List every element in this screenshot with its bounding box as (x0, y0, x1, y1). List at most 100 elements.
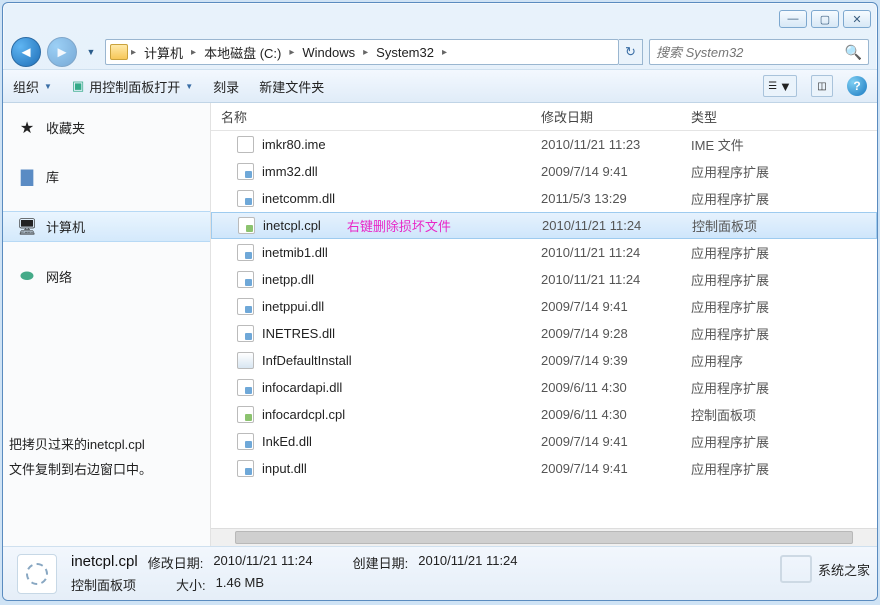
file-type: 应用程序扩展 (681, 378, 873, 397)
file-name: inetmib1.dll (262, 245, 328, 260)
sidebar-item-computer[interactable]: 🖥 计算机 (3, 211, 210, 242)
file-date: 2009/6/11 4:30 (531, 407, 681, 422)
file-list[interactable]: imkr80.ime2010/11/21 11:23IME 文件imm32.dl… (211, 131, 877, 528)
maximize-button[interactable]: ▢ (811, 10, 839, 28)
file-row[interactable]: input.dll2009/7/14 9:41应用程序扩展 (211, 455, 877, 482)
file-row[interactable]: imkr80.ime2010/11/21 11:23IME 文件 (211, 131, 877, 158)
back-button[interactable]: ◄ (11, 37, 41, 67)
help-button[interactable]: ? (847, 76, 867, 96)
titlebar[interactable]: — ▢ ✕ (3, 3, 877, 35)
file-date: 2009/7/14 9:28 (531, 326, 681, 341)
file-type: 控制面板项 (682, 216, 872, 235)
file-type: 应用程序扩展 (681, 297, 873, 316)
horizontal-scrollbar[interactable] (211, 528, 877, 546)
status-mdate: 2010/11/21 11:24 (213, 553, 312, 572)
status-size-label: 大小: (176, 575, 206, 594)
status-filename: inetcpl.cpl (71, 553, 138, 572)
file-type: 应用程序扩展 (681, 243, 873, 262)
close-button[interactable]: ✕ (843, 10, 871, 28)
file-row[interactable]: InfDefaultInstall2009/7/14 9:39应用程序 (211, 347, 877, 374)
column-headers: 名称 修改日期 类型 (211, 103, 877, 131)
chevron-icon: ▸ (191, 47, 196, 58)
file-name: input.dll (262, 461, 307, 476)
forward-button[interactable]: ► (47, 37, 77, 67)
open-cpl-label: 用控制面板打开 (89, 77, 180, 96)
file-date: 2010/11/21 11:24 (531, 272, 681, 287)
file-icon (237, 271, 254, 288)
sidebar-item-network[interactable]: ⬬网络 (3, 262, 210, 291)
search-box[interactable]: 🔍 (649, 39, 869, 65)
status-cdate: 2010/11/21 11:24 (418, 553, 517, 572)
file-type: 应用程序扩展 (681, 162, 873, 181)
col-type[interactable]: 类型 (681, 107, 859, 126)
annotation-text: 文件复制到右边窗口中。 (9, 458, 209, 483)
explorer-window: — ▢ ✕ ◄ ► ▼ ▸ 计算机 ▸ 本地磁盘 (C:) ▸ Windows … (2, 2, 878, 601)
file-icon (237, 406, 254, 423)
file-row[interactable]: inetppui.dll2009/7/14 9:41应用程序扩展 (211, 293, 877, 320)
sidebar-label: 收藏夹 (46, 118, 85, 137)
annotation-left: 把拷贝过来的inetcpl.cpl 文件复制到右边窗口中。 (9, 433, 209, 482)
search-input[interactable] (656, 45, 839, 60)
file-row[interactable]: InkEd.dll2009/7/14 9:41应用程序扩展 (211, 428, 877, 455)
address-bar[interactable]: ▸ 计算机 ▸ 本地磁盘 (C:) ▸ Windows ▸ System32 ▸ (105, 39, 619, 65)
file-name: inetppui.dll (262, 299, 324, 314)
crumb-computer[interactable]: 计算机 (139, 41, 188, 64)
file-pane: 名称 修改日期 类型 imkr80.ime2010/11/21 11:23IME… (211, 103, 877, 546)
network-icon: ⬬ (17, 268, 37, 286)
file-row[interactable]: inetcomm.dll2011/5/3 13:29应用程序扩展 (211, 185, 877, 212)
history-dropdown[interactable]: ▼ (83, 41, 99, 63)
col-name[interactable]: 名称 (211, 107, 531, 126)
file-row[interactable]: infocardcpl.cpl2009/6/11 4:30控制面板项 (211, 401, 877, 428)
crumb-windows[interactable]: Windows (297, 43, 360, 62)
file-icon (238, 217, 255, 234)
file-row[interactable]: inetcpl.cpl 右键删除损坏文件 2010/11/21 11:24控制面板项 (211, 212, 877, 239)
file-type: 应用程序扩展 (681, 459, 873, 478)
organize-menu[interactable]: 组织▼ (13, 77, 52, 96)
file-row[interactable]: inetmib1.dll2010/11/21 11:24应用程序扩展 (211, 239, 877, 266)
file-row[interactable]: infocardapi.dll2009/6/11 4:30应用程序扩展 (211, 374, 877, 401)
file-icon (237, 379, 254, 396)
address-row: ◄ ► ▼ ▸ 计算机 ▸ 本地磁盘 (C:) ▸ Windows ▸ Syst… (3, 35, 877, 69)
open-cpl-button[interactable]: ▣用控制面板打开▼ (72, 77, 193, 96)
file-icon (237, 163, 254, 180)
organize-label: 组织 (13, 77, 39, 96)
annotation-inline: 右键删除损坏文件 (347, 216, 451, 235)
new-folder-label: 新建文件夹 (259, 77, 324, 96)
file-icon (237, 325, 254, 342)
cpl-icon: ▣ (72, 78, 84, 94)
status-size: 1.46 MB (216, 575, 264, 594)
view-button[interactable]: ☰▼ (763, 75, 797, 97)
toolbar: 组织▼ ▣用控制面板打开▼ 刻录 新建文件夹 ☰▼ ◫ ? (3, 69, 877, 103)
annotation-text: 把拷贝过来的inetcpl.cpl (9, 433, 209, 458)
crumb-system32[interactable]: System32 (371, 43, 439, 62)
minimize-button[interactable]: — (779, 10, 807, 28)
star-icon: ★ (17, 119, 37, 137)
file-type: IME 文件 (681, 135, 873, 154)
file-type: 应用程序扩展 (681, 270, 873, 289)
file-row[interactable]: INETRES.dll2009/7/14 9:28应用程序扩展 (211, 320, 877, 347)
sidebar-item-favorites[interactable]: ★ 收藏夹 (3, 113, 210, 142)
burn-button[interactable]: 刻录 (213, 77, 239, 96)
refresh-button[interactable]: ↻ (619, 39, 643, 65)
new-folder-button[interactable]: 新建文件夹 (259, 77, 324, 96)
sidebar-label: 计算机 (46, 217, 85, 236)
chevron-icon: ▸ (131, 47, 136, 58)
file-name: INETRES.dll (262, 326, 335, 341)
sidebar-item-libraries[interactable]: ▇库 (3, 162, 210, 191)
crumb-drive[interactable]: 本地磁盘 (C:) (199, 41, 286, 64)
file-row[interactable]: inetpp.dll2010/11/21 11:24应用程序扩展 (211, 266, 877, 293)
col-date[interactable]: 修改日期 (531, 107, 681, 126)
file-name: inetcpl.cpl (263, 218, 321, 233)
file-name: infocardcpl.cpl (262, 407, 345, 422)
file-name: imm32.dll (262, 164, 318, 179)
chevron-icon: ▸ (363, 47, 368, 58)
file-date: 2010/11/21 11:24 (532, 218, 682, 233)
file-large-icon (17, 554, 57, 594)
status-mdate-label: 修改日期: (148, 553, 204, 572)
gear-icon (26, 563, 48, 585)
preview-pane-button[interactable]: ◫ (811, 75, 833, 97)
file-row[interactable]: imm32.dll2009/7/14 9:41应用程序扩展 (211, 158, 877, 185)
file-icon (237, 352, 254, 369)
computer-icon: 🖥 (17, 218, 37, 236)
file-icon (237, 190, 254, 207)
